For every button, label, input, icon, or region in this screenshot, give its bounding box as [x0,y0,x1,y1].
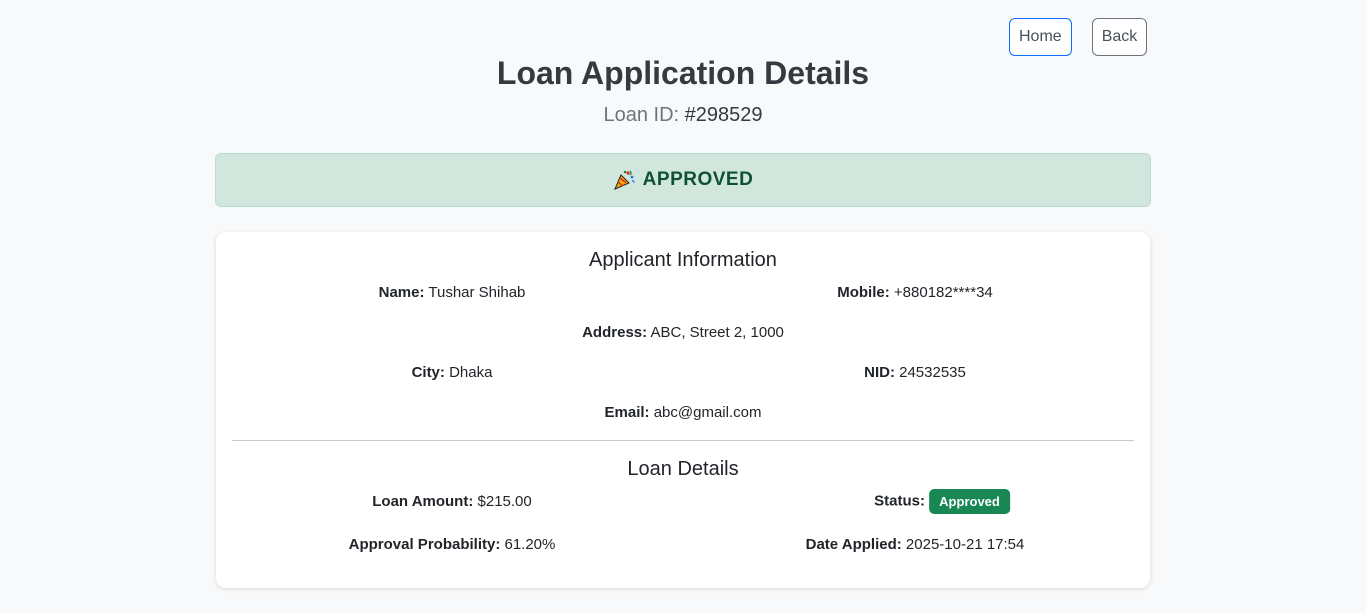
details-card: Applicant Information Name: Tushar Shiha… [216,232,1150,588]
nid-label: NID: [864,364,895,381]
page-title: Loan Application Details [496,55,870,91]
applicant-nid: NID: 24532535 [864,364,966,381]
applicant-name: Name: Tushar Shihab [379,284,526,301]
loan-amount: Loan Amount: $215.00 [372,493,532,510]
nav-buttons: Home Back [1009,18,1148,56]
address-label: Address: [582,324,648,341]
applicant-mobile: Mobile: +880182****34 [837,284,993,301]
applicant-address: Address: ABC, Street 2, 1000 [582,324,784,341]
date-applied: Date Applied: 2025-10-21 17:54 [806,536,1025,553]
email-value: abc@gmail.com [653,404,762,421]
name-value: Tushar Shihab [428,284,526,301]
applicant-city: City: Dhaka [412,364,493,381]
home-button[interactable]: Home [1009,18,1072,56]
mobile-label: Mobile: [837,284,890,301]
loan-status: Status: Approved [874,489,1010,514]
email-label: Email: [604,404,650,421]
back-button[interactable]: Back [1091,18,1148,56]
section-divider [232,440,1134,441]
mobile-value: +880182****34 [893,284,993,301]
approval-probability-value: 61.20% [504,536,556,553]
name-label: Name: [378,284,425,301]
party-popper-icon [613,169,635,191]
applicant-email: Email: abc@gmail.com [605,404,762,421]
loan-status-label: Status: [874,492,925,510]
loan-amount-label: Loan Amount: [372,493,474,510]
status-alert: APPROVED [215,153,1151,207]
loan-amount-value: $215.00 [477,493,532,510]
date-applied-value: 2025-10-21 17:54 [905,536,1025,553]
loan-id-value: #298529 [684,104,763,126]
address-value: ABC, Street 2, 1000 [650,324,784,341]
applicant-info-heading: Applicant Information [589,249,777,271]
nid-value: 24532535 [899,364,966,381]
loan-id-label: Loan ID: [603,104,680,126]
city-value: Dhaka [449,364,493,381]
approval-probability-label: Approval Probability: [348,536,501,553]
approval-probability: Approval Probability: 61.20% [349,536,556,553]
date-applied-label: Date Applied: [805,536,902,553]
city-label: City: [411,364,445,381]
loan-id: Loan ID: #298529 [0,104,1366,127]
status-badge: Approved [929,489,1010,514]
status-alert-text: APPROVED [642,169,754,190]
loan-details-heading: Loan Details [627,458,739,480]
